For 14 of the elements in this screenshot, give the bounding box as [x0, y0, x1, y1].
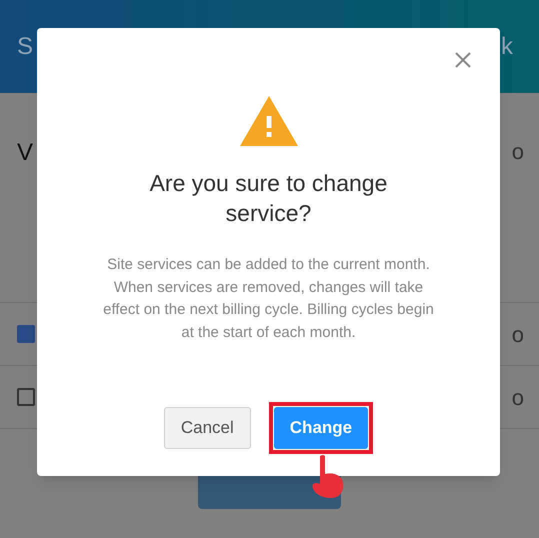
page-title: S [17, 32, 34, 62]
header-link[interactable]: k [501, 28, 513, 64]
option-value: o [512, 320, 524, 348]
section-label: V [17, 138, 34, 165]
cancel-button[interactable]: Cancel [164, 407, 251, 449]
checkbox[interactable] [17, 325, 35, 343]
warning-icon [240, 96, 298, 146]
section-value: o [512, 138, 524, 165]
close-icon[interactable] [453, 50, 473, 70]
checkbox[interactable] [17, 388, 35, 406]
change-button[interactable]: Change [274, 407, 368, 449]
dialog-message: Site services can be added to the current month. When services are removed, changes will take effect on the next billing cycle. Billing cycles begin at the start of each month. [102, 255, 435, 342]
option-value: o [512, 384, 524, 412]
dialog-title: Are you sure to change service? [148, 169, 388, 228]
